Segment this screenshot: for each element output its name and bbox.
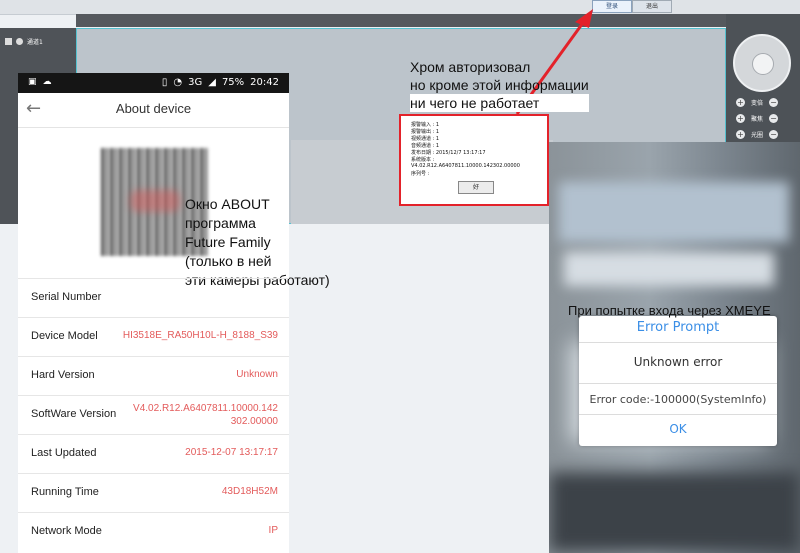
row-label: SoftWare Version <box>31 408 117 420</box>
divider <box>579 414 777 415</box>
divider <box>579 342 777 343</box>
dialog-error-code: Error code:-100000(SystemInfo) <box>589 393 767 406</box>
info-row-network-mode: Network Mode IP <box>18 512 289 551</box>
annotation-line: но кроме этой информации <box>410 77 589 93</box>
info-row-last-updated: Last Updated 2015-12-07 13:17:17 <box>18 434 289 473</box>
annotation-line: Future Family <box>185 234 271 250</box>
annotation-line: Хром авторизовал <box>410 59 531 75</box>
row-value: IP <box>268 525 278 536</box>
wifi-icon: ◔ <box>173 77 183 88</box>
row-value: 2015-12-07 13:17:17 <box>185 447 278 458</box>
info-row-serial: Serial Number <box>18 278 289 317</box>
row-value: HI3518E_RA50H10L-H_8188_S39 <box>122 330 278 341</box>
divider <box>579 383 777 384</box>
qr-overlay <box>130 190 180 212</box>
info-row-software-version: SoftWare Version V4.02.R12.A6407811.1000… <box>18 395 289 434</box>
about-annotation: Окно ABOUT программа Future Family (толь… <box>185 195 330 290</box>
phone-icon: ▯ <box>161 77 168 88</box>
row-label: Hard Version <box>31 369 95 381</box>
dialog-ok-button[interactable]: OK <box>579 422 777 436</box>
row-label: Running Time <box>31 486 99 498</box>
battery-level: 75% <box>221 77 245 88</box>
annotation-line: ни чего не работает <box>410 94 589 112</box>
row-label: Network Mode <box>31 525 102 537</box>
dialog-title: Error Prompt <box>636 320 720 335</box>
value-line: 302.00000 <box>230 416 278 427</box>
row-value: Unknown <box>236 369 278 380</box>
network-type: 3G <box>188 77 203 88</box>
page-title: About device <box>115 101 192 116</box>
info-row-device-model: Device Model HI3518E_RA50H10L-H_8188_S39 <box>18 317 289 356</box>
image-icon: ▣ <box>28 77 37 87</box>
value-line: V4.02.R12.A6407811.10000.142 <box>133 403 278 414</box>
status-bar: ▣ ☁ ▯ ◔ 3G ◢ 75% 20:42 <box>18 73 289 93</box>
annotation-line: (только в ней <box>185 253 272 269</box>
annotation-line: программа <box>185 215 256 231</box>
arrow-head <box>575 9 593 28</box>
row-label: Device Model <box>31 330 98 342</box>
dialog-message: Unknown error <box>633 355 723 369</box>
info-row-running-time: Running Time 43D18H52M <box>18 473 289 512</box>
row-label: Last Updated <box>31 447 97 459</box>
row-label: Serial Number <box>31 291 102 303</box>
row-value: V4.02.R12.A6407811.10000.142 302.00000 <box>133 402 278 428</box>
signal-icon: ◢ <box>208 77 216 88</box>
chrome-annotation: Хром авторизовал но кроме этой информаци… <box>410 58 589 112</box>
info-row-hard-version: Hard Version Unknown <box>18 356 289 395</box>
clock: 20:42 <box>250 77 279 88</box>
annotation-line: Окно ABOUT <box>185 196 270 212</box>
row-value: 43D18H52M <box>221 486 278 497</box>
cloud-icon: ☁ <box>42 77 52 87</box>
xmeye-annotation: При попытке входа через XMEYE <box>568 303 771 318</box>
